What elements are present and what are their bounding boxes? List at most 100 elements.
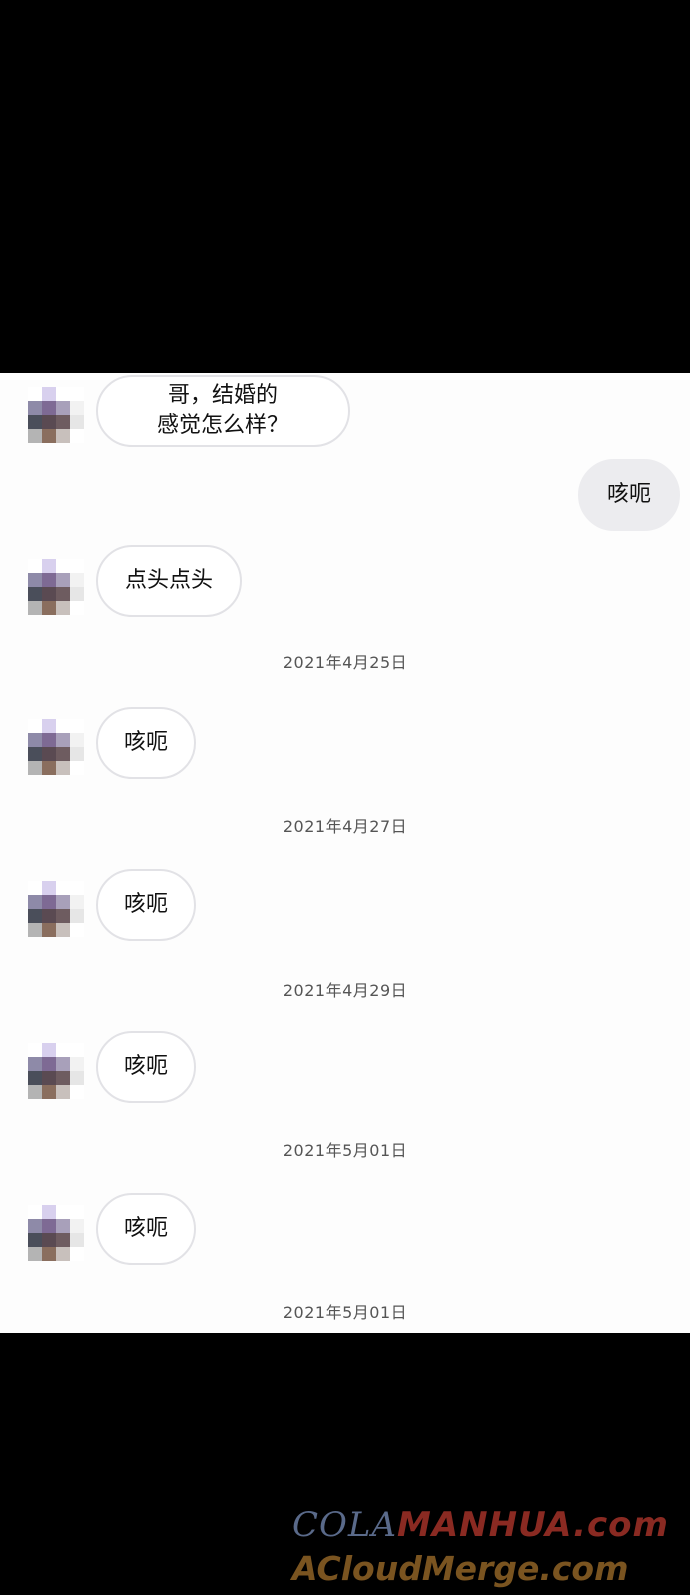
avatar-pixel [28, 923, 42, 937]
message-bubble-outgoing[interactable]: 咳呃 [578, 459, 680, 531]
avatar-pixel [70, 387, 84, 401]
avatar-pixel [70, 923, 84, 937]
avatar-pixel [56, 387, 70, 401]
avatar-pixel [70, 401, 84, 415]
avatar-pixel [70, 415, 84, 429]
avatar-pixel [70, 909, 84, 923]
avatar-pixel [42, 587, 56, 601]
avatar-pixel [42, 1205, 56, 1219]
avatar-pixel [28, 719, 42, 733]
contact-avatar[interactable] [28, 881, 84, 937]
contact-avatar[interactable] [28, 1205, 84, 1261]
avatar-pixel [28, 415, 42, 429]
avatar-pixel [28, 747, 42, 761]
avatar-pixel [28, 587, 42, 601]
avatar-pixel [56, 429, 70, 443]
avatar-pixel [70, 733, 84, 747]
avatar-pixel [56, 1043, 70, 1057]
message-text: 哥，结婚的 感觉怎么样？ [156, 383, 289, 438]
message-text: 咳呃 [606, 482, 651, 507]
avatar-pixel [70, 573, 84, 587]
avatar-pixel [56, 601, 70, 615]
avatar-pixel [28, 761, 42, 775]
contact-avatar[interactable] [28, 559, 84, 615]
avatar-pixel [42, 719, 56, 733]
avatar-pixel [42, 747, 56, 761]
date-separator: 2021年4月25日 [282, 653, 408, 672]
avatar-pixel [56, 1233, 70, 1247]
avatar-pixel [56, 747, 70, 761]
avatar-pixel [28, 1043, 42, 1057]
avatar-pixel [70, 1247, 84, 1261]
avatar-pixel [70, 881, 84, 895]
avatar-pixel [70, 761, 84, 775]
avatar-pixel [28, 601, 42, 615]
avatar-pixel [28, 1233, 42, 1247]
screen: 哥，结婚的 感觉怎么样？ 咳呃 点头点头 2021年4月25日 咳呃 2021年… [0, 0, 690, 1595]
avatar-pixel [42, 1071, 56, 1085]
message-text: 点头点头 [124, 568, 213, 593]
contact-avatar[interactable] [28, 387, 84, 443]
avatar-pixel [56, 1205, 70, 1219]
avatar-pixel [70, 1219, 84, 1233]
avatar-pixel [70, 559, 84, 573]
watermark-manhua: MANHUA.com [397, 1505, 669, 1545]
avatar-pixel [70, 587, 84, 601]
avatar-pixel [42, 601, 56, 615]
avatar-pixel [56, 761, 70, 775]
avatar-pixel [42, 429, 56, 443]
message-text: 咳呃 [123, 1054, 168, 1079]
message-bubble-incoming[interactable]: 哥，结婚的 感觉怎么样？ [96, 375, 350, 447]
avatar-pixel [28, 1057, 42, 1071]
avatar-pixel [56, 1071, 70, 1085]
avatar-pixel [28, 573, 42, 587]
message-text: 咳呃 [123, 892, 168, 917]
contact-avatar[interactable] [28, 1043, 84, 1099]
avatar-pixel [70, 1233, 84, 1247]
avatar-pixel [70, 1205, 84, 1219]
avatar-pixel [56, 733, 70, 747]
avatar-pixel [56, 909, 70, 923]
avatar-pixel [42, 1043, 56, 1057]
avatar-pixel [56, 587, 70, 601]
date-separator: 2021年4月27日 [282, 817, 408, 836]
avatar-pixel [70, 429, 84, 443]
avatar-pixel [56, 573, 70, 587]
avatar-pixel [70, 601, 84, 615]
avatar-pixel [42, 895, 56, 909]
avatar-pixel [28, 909, 42, 923]
avatar-pixel [42, 909, 56, 923]
date-separator: 2021年4月29日 [282, 981, 408, 1000]
avatar-pixel [28, 559, 42, 573]
message-bubble-incoming[interactable]: 点头点头 [96, 545, 242, 617]
avatar-pixel [28, 881, 42, 895]
avatar-pixel [42, 401, 56, 415]
avatar-pixel [56, 895, 70, 909]
date-separator: 2021年5月01日 [282, 1141, 408, 1160]
date-separator: 2021年5月01日 [282, 1303, 408, 1322]
avatar-pixel [28, 895, 42, 909]
avatar-pixel [70, 895, 84, 909]
avatar-pixel [70, 1043, 84, 1057]
avatar-pixel [42, 573, 56, 587]
watermark-line1: COLAMANHUA.com [292, 1505, 669, 1545]
avatar-pixel [70, 719, 84, 733]
avatar-pixel [42, 1233, 56, 1247]
avatar-pixel [28, 401, 42, 415]
message-bubble-incoming[interactable]: 咳呃 [96, 869, 196, 941]
avatar-pixel [42, 923, 56, 937]
avatar-pixel [56, 559, 70, 573]
message-bubble-incoming[interactable]: 咳呃 [96, 707, 196, 779]
avatar-pixel [28, 387, 42, 401]
avatar-pixel [70, 1085, 84, 1099]
avatar-pixel [28, 1205, 42, 1219]
avatar-pixel [70, 1071, 84, 1085]
watermark-line2: ACloudMerge.com [292, 1549, 629, 1588]
avatar-pixel [56, 923, 70, 937]
message-bubble-incoming[interactable]: 咳呃 [96, 1031, 196, 1103]
message-bubble-incoming[interactable]: 咳呃 [96, 1193, 196, 1265]
avatar-pixel [42, 761, 56, 775]
contact-avatar[interactable] [28, 719, 84, 775]
avatar-pixel [56, 1057, 70, 1071]
avatar-pixel [42, 1057, 56, 1071]
